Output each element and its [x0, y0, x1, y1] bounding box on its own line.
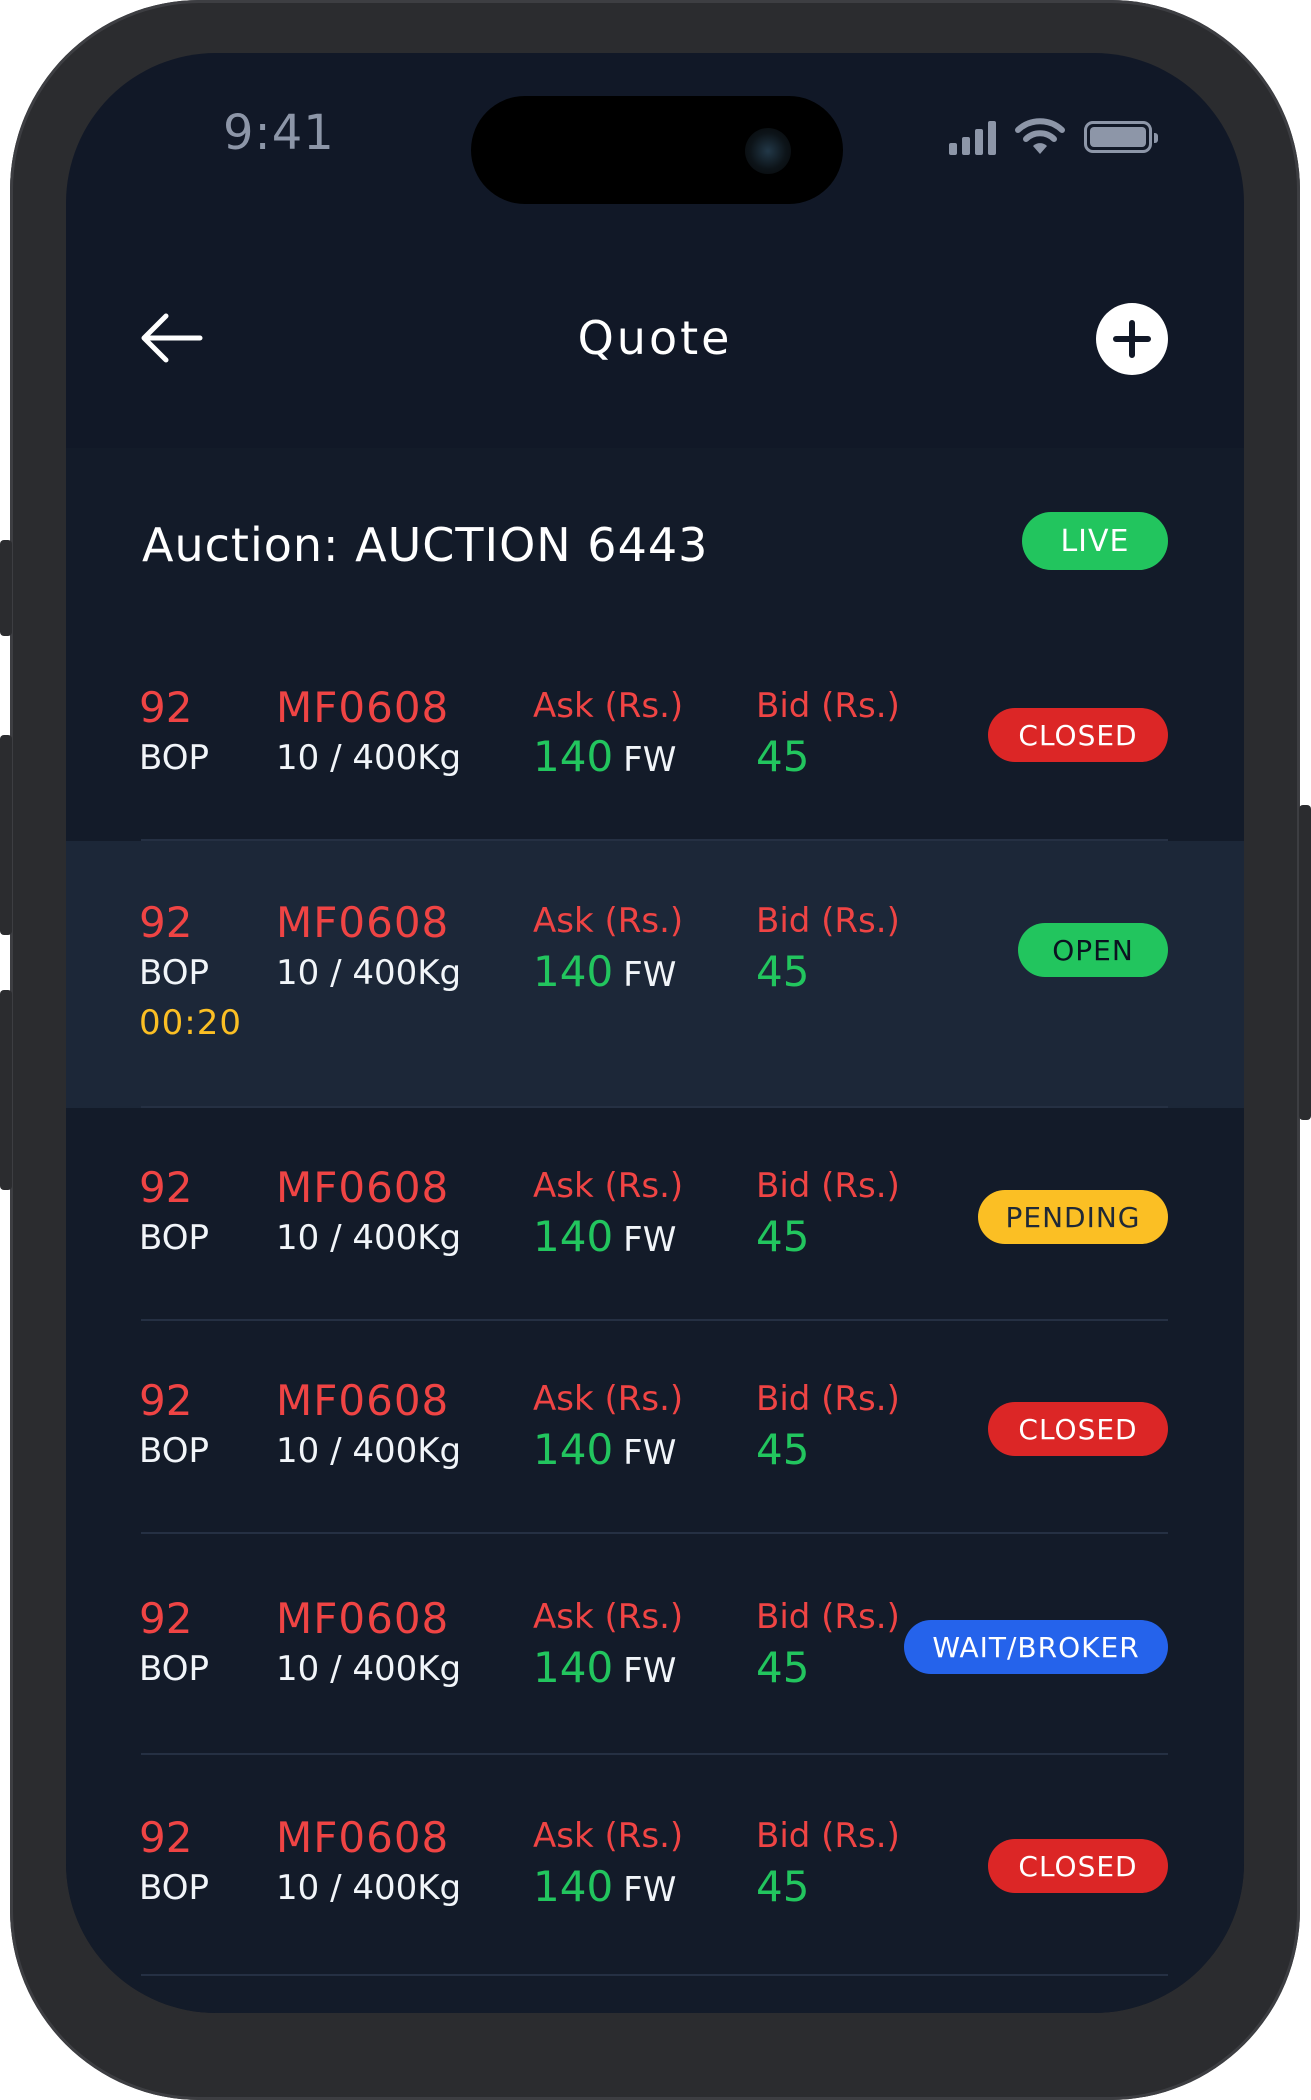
status-badge: OPEN	[1018, 923, 1168, 977]
ask-value-row: 140 FW	[533, 947, 676, 996]
add-button[interactable]	[1096, 303, 1168, 375]
status-badge: PENDING	[978, 1190, 1168, 1244]
status-badge: CLOSED	[988, 1402, 1168, 1456]
countdown-timer: 00:20	[139, 1003, 242, 1043]
lot-number: 92	[139, 1163, 193, 1212]
lot-grade: BOP	[139, 1431, 209, 1471]
camera-icon	[745, 128, 791, 174]
bid-value: 45	[756, 1212, 810, 1261]
lot-quantity: 10 / 400Kg	[276, 1431, 462, 1471]
app-header: Quote	[66, 223, 1244, 448]
mute-switch	[0, 990, 12, 1190]
lot-row[interactable]: 92 BOP MF0608 10 / 400Kg Ask (Rs.) 140 FW…	[66, 628, 1244, 841]
lot-mark: MF0608	[276, 1813, 450, 1862]
bid-label: Bid (Rs.)	[756, 1816, 900, 1856]
bid-label: Bid (Rs.)	[756, 901, 900, 941]
lot-number: 92	[139, 1376, 193, 1425]
phone-screen: 9:41 Quote Auction: AUCTION 6443 LIVE 92…	[66, 53, 1244, 2013]
ask-label: Ask (Rs.)	[533, 901, 684, 941]
auction-header: Auction: AUCTION 6443 LIVE	[66, 448, 1244, 628]
status-badge: CLOSED	[988, 708, 1168, 762]
lot-quantity: 10 / 400Kg	[276, 953, 462, 993]
ask-value: 140	[533, 947, 614, 996]
status-badge: WAIT/BROKER	[904, 1620, 1168, 1674]
lot-number: 92	[139, 683, 193, 732]
ask-value: 140	[533, 1862, 614, 1911]
lot-mark: MF0608	[276, 1376, 450, 1425]
auction-title: Auction: AUCTION 6443	[142, 518, 709, 572]
lot-quantity: 10 / 400Kg	[276, 1218, 462, 1258]
ask-value-row: 140 FW	[533, 1862, 676, 1911]
auction-content: Auction: AUCTION 6443 LIVE 92 BOP MF0608…	[66, 448, 1244, 2013]
lot-grade: BOP	[139, 1868, 209, 1908]
plus-circle-icon	[1113, 320, 1151, 358]
bid-label: Bid (Rs.)	[756, 1379, 900, 1419]
ask-value: 140	[533, 732, 614, 781]
bid-label: Bid (Rs.)	[756, 1597, 900, 1637]
lot-number: 92	[139, 898, 193, 947]
ask-unit: FW	[623, 1651, 677, 1691]
ask-unit: FW	[623, 1433, 677, 1473]
ask-value: 140	[533, 1212, 614, 1261]
ask-label: Ask (Rs.)	[533, 686, 684, 726]
lot-number: 92	[139, 1813, 193, 1862]
ask-value-row: 140 FW	[533, 732, 676, 781]
ask-unit: FW	[623, 740, 677, 780]
ask-value-row: 140 FW	[533, 1425, 676, 1474]
volume-down-button	[0, 735, 12, 935]
lot-grade: BOP	[139, 953, 209, 993]
status-badge: CLOSED	[988, 1839, 1168, 1893]
power-button	[1299, 805, 1311, 1120]
lot-grade: BOP	[139, 1218, 209, 1258]
wifi-icon	[1015, 118, 1065, 154]
dynamic-island	[471, 96, 843, 204]
bid-value: 45	[756, 1425, 810, 1474]
bid-value: 45	[756, 1862, 810, 1911]
ask-unit: FW	[623, 1870, 677, 1910]
ask-value-row: 140 FW	[533, 1643, 676, 1692]
lot-mark: MF0608	[276, 1163, 450, 1212]
lot-row[interactable]: 92 BOP 00:20 MF0608 10 / 400Kg Ask (Rs.)…	[66, 841, 1244, 1108]
status-bar: 9:41	[66, 53, 1244, 223]
ask-value-row: 140 FW	[533, 1212, 676, 1261]
bid-label: Bid (Rs.)	[756, 1166, 900, 1206]
lot-row[interactable]: 92 BOP MF0608 10 / 400Kg Ask (Rs.) 140 FW…	[66, 1755, 1244, 1976]
row-divider	[141, 1974, 1168, 1976]
lot-mark: MF0608	[276, 1594, 450, 1643]
page-title: Quote	[577, 311, 733, 365]
lot-row[interactable]: 92 BOP MF0608 10 / 400Kg Ask (Rs.) 140 FW…	[66, 1534, 1244, 1755]
volume-up-button	[0, 540, 12, 636]
signal-icon	[949, 119, 996, 155]
ask-label: Ask (Rs.)	[533, 1597, 684, 1637]
lot-mark: MF0608	[276, 898, 450, 947]
ask-label: Ask (Rs.)	[533, 1379, 684, 1419]
lot-number: 92	[139, 1594, 193, 1643]
lot-quantity: 10 / 400Kg	[276, 1868, 462, 1908]
ask-label: Ask (Rs.)	[533, 1816, 684, 1856]
lot-mark: MF0608	[276, 683, 450, 732]
lot-row[interactable]: 92 BOP MF0608 10 / 400Kg Ask (Rs.) 140 FW…	[66, 1321, 1244, 1534]
ask-value: 140	[533, 1425, 614, 1474]
lot-row[interactable]: 92 BOP MF0608 10 / 400Kg Ask (Rs.) 140 FW…	[66, 1108, 1244, 1321]
status-icons	[949, 115, 1158, 159]
bid-value: 45	[756, 1643, 810, 1692]
auction-status-badge: LIVE	[1022, 512, 1168, 570]
lot-grade: BOP	[139, 738, 209, 778]
ask-unit: FW	[623, 1220, 677, 1260]
ask-label: Ask (Rs.)	[533, 1166, 684, 1206]
lot-grade: BOP	[139, 1649, 209, 1689]
lot-quantity: 10 / 400Kg	[276, 1649, 462, 1689]
bid-value: 45	[756, 947, 810, 996]
bid-value: 45	[756, 732, 810, 781]
battery-icon	[1084, 121, 1158, 153]
ask-value: 140	[533, 1643, 614, 1692]
ask-unit: FW	[623, 955, 677, 995]
bid-label: Bid (Rs.)	[756, 686, 900, 726]
status-time: 9:41	[223, 105, 335, 161]
lot-quantity: 10 / 400Kg	[276, 738, 462, 778]
